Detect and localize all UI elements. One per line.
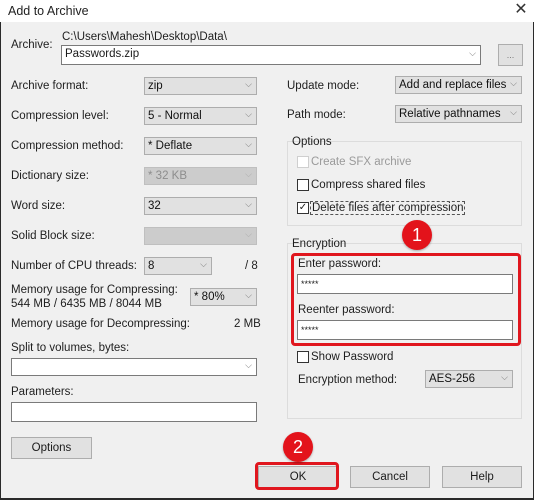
memory-compress-select[interactable]: * 80% ⌵ [190,288,257,306]
memory-compress-detail: 544 MB / 6435 MB / 8044 MB [11,298,162,310]
cpu-threads-max: / 8 [245,260,258,272]
parameters-input[interactable] [11,402,257,422]
split-volumes-combo[interactable]: ⌵ [11,358,257,376]
parameters-label: Parameters: [11,386,74,398]
archive-format-select[interactable]: zip ⌵ [144,77,257,95]
chevron-down-icon: ⌵ [245,79,252,89]
chevron-down-icon: ⌵ [469,48,476,58]
options-button[interactable]: Options [11,437,92,459]
archive-label: Archive: [11,39,53,51]
delete-after-label[interactable]: Delete files after compression [310,201,466,215]
cpu-threads-label: Number of CPU threads: [11,260,137,272]
compression-method-select[interactable]: * Deflate ⌵ [144,137,257,155]
window-title: Add to Archive [8,4,89,18]
chevron-down-icon: ⌵ [200,259,207,269]
dictionary-size-select: * 32 KB ⌵ [144,167,257,185]
dictionary-size-label: Dictionary size: [11,170,89,182]
step-badge-2: 2 [283,432,313,462]
update-mode-select[interactable]: Add and replace files ⌵ [395,76,522,94]
ok-highlight [255,462,339,490]
solid-block-size-select: ⌵ [144,227,257,245]
encryption-method-label: Encryption method: [298,374,398,386]
step-badge-1: 1 [402,220,432,250]
archive-filename-combo[interactable]: Passwords.zip ⌵ [61,45,481,65]
archive-format-label: Archive format: [11,80,89,92]
path-mode-value: Relative pathnames [399,108,501,120]
chevron-down-icon: ⌵ [245,360,252,370]
chevron-down-icon: ⌵ [245,199,252,209]
update-mode-label: Update mode: [287,80,360,92]
show-password-checkbox[interactable] [297,351,309,363]
memory-decompress-label: Memory usage for Decompressing: [11,318,190,330]
cpu-threads-select[interactable]: 8 ⌵ [144,257,212,275]
chevron-down-icon: ⌵ [510,78,517,88]
compress-shared-label[interactable]: Compress shared files [311,179,425,191]
close-icon[interactable]: ✕ [512,1,530,19]
chevron-down-icon: ⌵ [501,372,508,382]
cpu-threads-value: 8 [148,260,155,272]
dictionary-size-value: * 32 KB [148,170,187,182]
memory-compress-value: * 80% [194,291,225,303]
compress-shared-checkbox[interactable] [297,179,309,191]
chevron-down-icon: ⌵ [510,107,517,117]
compression-level-value: 5 - Normal [148,110,202,122]
solid-block-size-label: Solid Block size: [11,230,95,242]
update-mode-value: Add and replace files [399,79,507,91]
word-size-value: 32 [148,200,161,212]
chevron-down-icon: ⌵ [245,109,252,119]
compression-level-label: Compression level: [11,110,109,122]
chevron-down-icon: ⌵ [245,169,252,179]
path-mode-label: Path mode: [287,109,346,121]
create-sfx-checkbox [297,156,309,168]
cancel-button[interactable]: Cancel [350,466,430,488]
archive-path: C:\Users\Mahesh\Desktop\Data\ [62,31,227,43]
path-mode-select[interactable]: Relative pathnames ⌵ [395,105,522,123]
memory-compress-label: Memory usage for Compressing: [11,284,178,296]
archive-format-value: zip [148,80,163,92]
compression-method-label: Compression method: [11,140,124,152]
delete-after-checkbox[interactable]: ✓ [297,202,309,214]
chevron-down-icon: ⌵ [245,290,252,300]
encryption-method-select[interactable]: AES-256 ⌵ [425,370,513,388]
compression-level-select[interactable]: 5 - Normal ⌵ [144,107,257,125]
split-volumes-label: Split to volumes, bytes: [11,342,130,354]
show-password-label[interactable]: Show Password [311,351,393,363]
word-size-select[interactable]: 32 ⌵ [144,197,257,215]
password-highlight [291,253,521,346]
options-group-title: Options [292,136,332,148]
word-size-label: Word size: [11,200,66,212]
check-icon: ✓ [298,202,308,213]
create-sfx-label: Create SFX archive [311,156,412,168]
browse-button[interactable]: ... [498,44,523,66]
memory-decompress-value: 2 MB [234,318,261,330]
help-button[interactable]: Help [442,466,522,488]
encryption-group-title: Encryption [292,238,347,250]
encryption-method-value: AES-256 [429,373,476,385]
chevron-down-icon: ⌵ [245,139,252,149]
archive-filename: Passwords.zip [65,48,140,60]
compression-method-value: * Deflate [148,140,193,152]
chevron-down-icon: ⌵ [245,229,252,239]
